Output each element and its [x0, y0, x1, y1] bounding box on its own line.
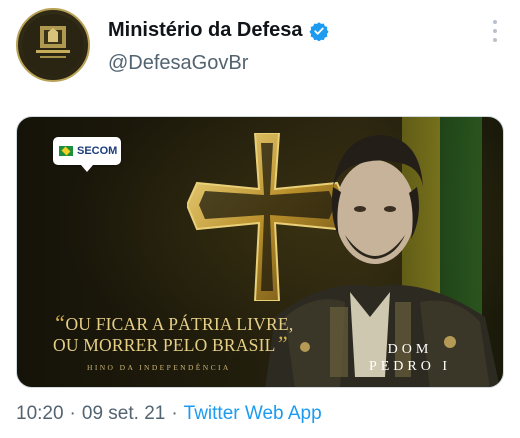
- close-quote-icon: ”: [275, 331, 288, 356]
- meta-separator: ·: [69, 403, 76, 424]
- anthem-quote: “OU FICAR A PÁTRIA LIVRE, OU MORRER PELO…: [53, 310, 294, 356]
- tweet-source-link[interactable]: Twitter Web App: [184, 403, 322, 425]
- brazil-flag-icon: [59, 146, 73, 156]
- tweet-meta: 10:20 · 09 set. 21 · Twitter Web App: [16, 403, 322, 425]
- anthem-quote-line2: OU MORRER PELO BRASIL”: [53, 331, 293, 356]
- portrait-name-line1: DOM: [387, 342, 433, 357]
- portrait-name-line2: PEDRO I: [368, 359, 452, 374]
- account-name[interactable]: Ministério da Defesa: [108, 19, 329, 42]
- tweet-time[interactable]: 10:20: [16, 403, 64, 425]
- portrait-name: DOM PEDRO I: [355, 341, 465, 375]
- tweet-date[interactable]: 09 set. 21: [82, 403, 165, 425]
- secom-badge: SECOM: [53, 137, 121, 172]
- verified-badge-icon: [308, 21, 329, 41]
- ministry-emblem-icon: [22, 14, 84, 76]
- account-handle[interactable]: @DefesaGovBr: [108, 52, 248, 75]
- account-name-text[interactable]: Ministério da Defesa: [108, 19, 303, 42]
- anthem-quote-line1: “OU FICAR A PÁTRIA LIVRE,: [53, 310, 294, 335]
- account-avatar[interactable]: [16, 8, 90, 82]
- more-options-icon[interactable]: [492, 20, 498, 42]
- quote-line2-text: OU MORRER PELO BRASIL: [53, 335, 276, 355]
- anthem-caption: HINO DA INDEPENDÊNCIA: [87, 363, 231, 372]
- tweet-media-image[interactable]: SECOM “OU FICAR A PÁTRIA LIVRE, OU MORRE…: [16, 116, 504, 388]
- open-quote-icon: “: [53, 310, 66, 335]
- meta-separator: ·: [171, 403, 178, 424]
- secom-badge-text: SECOM: [77, 145, 118, 157]
- quote-line1-text: OU FICAR A PÁTRIA LIVRE,: [65, 314, 294, 334]
